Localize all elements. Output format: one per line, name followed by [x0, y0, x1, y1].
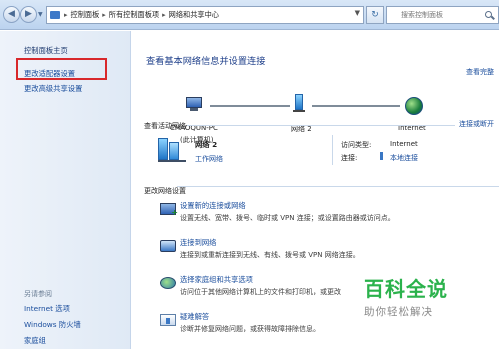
breadcrumb-all-items[interactable]: 所有控制面板项: [109, 10, 159, 20]
sidebar-item-advanced-sharing[interactable]: 更改高级共享设置: [24, 84, 82, 94]
task-title[interactable]: 设置新的连接或网络: [180, 201, 246, 211]
task-title[interactable]: 选择家庭组和共享选项: [180, 275, 253, 285]
left-pane: 控制面板主页 更改适配器设置 更改高级共享设置 另请参阅 Internet 选项…: [0, 31, 131, 349]
map-connector: [312, 105, 400, 107]
search-box[interactable]: [386, 6, 499, 24]
breadcrumb-network-center[interactable]: 网络和共享中心: [169, 10, 219, 20]
divider: [187, 125, 455, 126]
search-input[interactable]: [387, 7, 479, 23]
task-description: 连接到或重新连接到无线、有线、拨号或 VPN 网络连接。: [180, 251, 360, 259]
address-bar[interactable]: ▸ 控制面板 ▸ 所有控制面板项 ▸ 网络和共享中心 ▼: [46, 6, 364, 24]
sidebar-home-link[interactable]: 控制面板主页: [24, 46, 68, 56]
view-full-map-link[interactable]: 查看完整: [466, 67, 494, 77]
vertical-divider: [332, 135, 333, 165]
back-button[interactable]: ◀: [3, 6, 20, 23]
see-also-homegroup[interactable]: 家庭组: [24, 336, 46, 346]
breadcrumb-separator[interactable]: ▸: [102, 11, 106, 19]
address-dropdown-icon[interactable]: ▼: [355, 9, 360, 17]
see-also-firewall[interactable]: Windows 防火墙: [24, 320, 81, 330]
watermark-subtitle: 助你轻松解决: [364, 306, 433, 318]
access-type-value: Internet: [390, 140, 418, 148]
network-type-link[interactable]: 工作网络: [195, 154, 223, 164]
search-icon[interactable]: [485, 11, 492, 18]
connect-disconnect-link[interactable]: 连接或断开: [459, 119, 494, 129]
connection-label: 连接:: [341, 154, 358, 162]
task-description: 诊断并修复网络问题，或获得故障排除信息。: [180, 325, 320, 333]
sidebar-item-change-adapter[interactable]: 更改适配器设置: [24, 69, 75, 79]
access-type-label: 访问类型:: [341, 141, 372, 149]
see-also-internet-options[interactable]: Internet 选项: [24, 304, 70, 314]
connect-network-icon: [160, 240, 176, 252]
connection-plug-icon: [380, 152, 383, 160]
task-title[interactable]: 连接到网络: [180, 238, 216, 248]
see-also-heading: 另请参阅: [24, 290, 52, 298]
watermark-logo: 百科全说: [364, 277, 448, 301]
divider: [177, 186, 499, 187]
internet-globe-icon: [405, 97, 423, 115]
computer-icon: [186, 97, 206, 113]
title-bar: ◀ ▶ ▼ ▸ 控制面板 ▸ 所有控制面板项 ▸ 网络和共享中心 ▼ ↻: [0, 0, 499, 30]
network-icon: [293, 94, 307, 114]
change-settings-heading: 更改网络设置: [144, 187, 186, 195]
task-title[interactable]: 疑难解答: [180, 312, 209, 322]
forward-button[interactable]: ▶: [20, 6, 37, 23]
task-description: 访问位于其他网络计算机上的文件和打印机，或更改: [180, 288, 341, 296]
active-networks-heading: 查看活动网络: [144, 122, 186, 130]
breadcrumb-control-panel[interactable]: 控制面板: [71, 10, 100, 20]
active-network-name: 网络 2: [195, 140, 218, 149]
map-connector: [210, 105, 290, 107]
page-title: 查看基本网络信息并设置连接: [146, 56, 266, 67]
troubleshoot-icon: [160, 314, 176, 326]
breadcrumb-separator: ▸: [64, 11, 68, 19]
refresh-button[interactable]: ↻: [366, 6, 384, 24]
history-dropdown-icon[interactable]: ▼: [38, 11, 43, 18]
control-panel-icon: [50, 11, 60, 19]
new-connection-icon: [160, 203, 178, 217]
local-connection-link[interactable]: 本地连接: [390, 153, 418, 163]
active-network-icon: [158, 136, 186, 162]
homegroup-icon: [160, 277, 176, 289]
breadcrumb-separator[interactable]: ▸: [162, 11, 166, 19]
task-description: 设置无线、宽带、拨号、临时或 VPN 连接；或设置路由器或访问点。: [180, 214, 395, 222]
watermark: 百科全说 助你轻松解决: [364, 273, 464, 323]
